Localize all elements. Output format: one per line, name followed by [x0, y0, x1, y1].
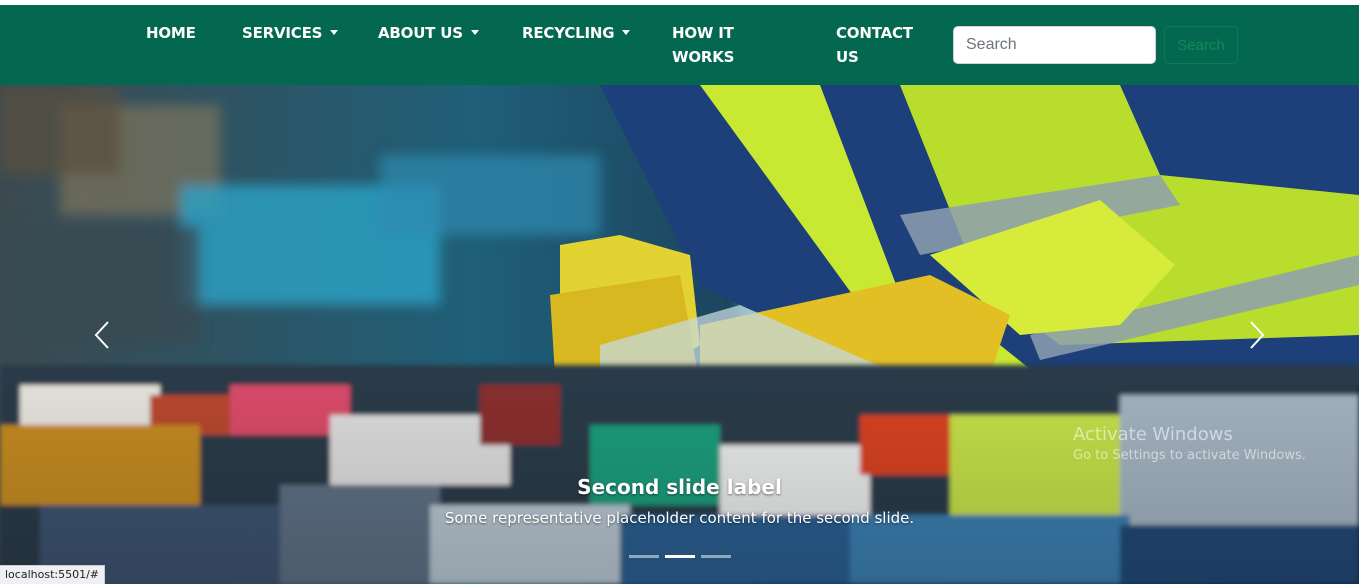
- chevron-left-icon: [94, 321, 109, 349]
- nav-how-it-works[interactable]: HOW IT WORKS: [672, 21, 734, 69]
- nav-home[interactable]: HOME: [146, 21, 196, 45]
- nav-how-it-works-line1: HOW IT: [672, 24, 734, 42]
- hero-carousel: Second slide label Some representative p…: [0, 85, 1359, 584]
- nav-how-it-works-line2: WORKS: [672, 48, 735, 66]
- nav-contact-us[interactable]: CONTACT US: [836, 21, 913, 69]
- caret-down-icon: [330, 30, 339, 35]
- nav-services-dropdown[interactable]: SERVICES: [242, 21, 339, 45]
- carousel-prev-button[interactable]: [82, 310, 122, 360]
- nav-recycling-dropdown[interactable]: RECYCLING: [522, 21, 631, 45]
- carousel-indicator-3[interactable]: [700, 555, 731, 558]
- nav-contact-line1: CONTACT: [836, 24, 913, 42]
- windows-activation-watermark-title: Activate Windows: [1073, 424, 1233, 445]
- carousel-indicator-2[interactable]: [664, 555, 695, 558]
- search-input[interactable]: [953, 26, 1156, 64]
- caret-down-icon: [470, 30, 479, 35]
- nav-contact-line2: US: [836, 48, 859, 66]
- navbar: HOME SERVICES ABOUT US RECYCLING HOW IT …: [0, 5, 1359, 85]
- search-button[interactable]: Search: [1164, 26, 1238, 64]
- carousel-indicators: [0, 555, 1359, 558]
- chevron-right-icon: [1250, 321, 1265, 349]
- carousel-caption-title: Second slide label: [577, 475, 782, 499]
- scrollbar-gutter: [1359, 5, 1366, 85]
- nav-home-label: HOME: [146, 24, 196, 42]
- caret-down-icon: [622, 30, 631, 35]
- carousel-next-button[interactable]: [1237, 310, 1277, 360]
- nav-services-label: SERVICES: [242, 24, 323, 42]
- carousel-caption-text: Some representative placeholder content …: [444, 509, 915, 527]
- windows-activation-watermark-text: Go to Settings to activate Windows.: [1073, 448, 1306, 463]
- nav-about-dropdown[interactable]: ABOUT US: [378, 21, 479, 45]
- carousel-indicator-1[interactable]: [628, 555, 659, 558]
- nav-about-label: ABOUT US: [378, 24, 463, 42]
- status-bar-url: localhost:5501/#: [0, 565, 105, 584]
- nav-recycling-label: RECYCLING: [522, 24, 615, 42]
